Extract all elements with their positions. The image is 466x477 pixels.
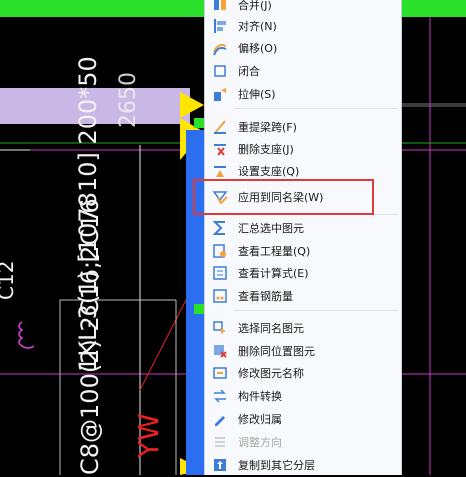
menu-item-label: 设置支座(Q)	[238, 165, 300, 178]
rebar-icon	[212, 288, 228, 304]
menu-item-adjust-direction[interactable]: 调整方向	[205, 431, 401, 453]
delete-position-icon	[212, 343, 228, 359]
menu-item-delete-same-position[interactable]: 删除同位置图元	[205, 340, 401, 362]
menu-item-label: 查看工程量(Q)	[238, 245, 311, 258]
menu-item-rename-element[interactable]: 修改图元名称	[205, 362, 401, 384]
convert-icon	[212, 388, 228, 404]
align-icon	[212, 18, 228, 34]
highlight-box	[193, 179, 374, 215]
menu-item-delete-support[interactable]: 删除支座(J)	[205, 138, 401, 160]
beam-rebar-text: C8@100(2) 2C16;2C16	[76, 198, 104, 475]
menu-item-label: 修改归属	[238, 413, 282, 426]
menu-item-label: 查看钢筋量	[238, 290, 293, 303]
formula-icon	[212, 265, 228, 281]
menu-item-view-formula[interactable]: 查看计算式(E)	[205, 262, 401, 284]
menu-item-modify-ownership[interactable]: 修改归属	[205, 408, 401, 430]
sigma-icon	[212, 220, 228, 236]
menu-item-close[interactable]: 闭合	[205, 60, 401, 82]
menu-separator	[235, 108, 397, 109]
menu-item-label: 查看计算式(E)	[238, 267, 309, 280]
menu-item-view-quantity[interactable]: 查看工程量(Q)	[205, 240, 401, 262]
direction-icon	[212, 434, 228, 450]
menu-item-label: 选择同名图元	[238, 322, 304, 335]
yw-label: YW	[132, 413, 165, 458]
stretch-icon	[212, 86, 228, 102]
menu-item-label: 调整方向	[238, 436, 282, 449]
rename-icon	[212, 365, 228, 381]
close-shape-icon	[212, 63, 228, 79]
menu-item-label: 闭合	[238, 65, 260, 78]
copy-layer-icon	[212, 457, 228, 473]
menu-item-label: 复制到其它分层	[238, 459, 315, 472]
menu-item-copy-to-layer[interactable]: 复制到其它分层	[205, 454, 401, 476]
menu-item-convert-component[interactable]: 构件转换	[205, 385, 401, 407]
menu-item-align[interactable]: 对齐(N)	[205, 15, 401, 37]
context-menu: 合并(J) 对齐(N) 偏移(O) 闭合 拉伸(S) 重提梁跨(F) 删除支座(…	[204, 0, 402, 475]
menu-item-offset[interactable]: 偏移(O)	[205, 37, 401, 59]
c12-label: C12	[0, 260, 18, 300]
menu-item-label: 拉伸(S)	[238, 88, 276, 101]
menu-item-label: 删除同位置图元	[238, 345, 315, 358]
dimension-number-text: 2650	[116, 72, 141, 128]
menu-item-stretch[interactable]: 拉伸(S)	[205, 83, 401, 105]
quantity-icon	[212, 243, 228, 259]
merge-icon	[212, 0, 228, 13]
menu-item-merge[interactable]: 合并(J)	[205, 0, 401, 16]
select-same-icon	[212, 320, 228, 336]
menu-item-view-rebar[interactable]: 查看钢筋量	[205, 285, 401, 307]
menu-item-label: 偏移(O)	[238, 42, 278, 55]
menu-item-label: 删除支座(J)	[238, 143, 294, 156]
menu-item-label: 合并(J)	[238, 0, 272, 12]
ownership-icon	[212, 411, 228, 427]
menu-separator	[235, 310, 397, 311]
menu-item-select-same-name[interactable]: 选择同名图元	[205, 317, 401, 339]
menu-item-label: 汇总选中图元	[238, 222, 304, 235]
offset-icon	[212, 40, 228, 56]
menu-item-label: 重提梁跨(F)	[238, 121, 297, 134]
menu-item-label: 修改图元名称	[238, 367, 304, 380]
delete-support-icon	[212, 141, 228, 157]
menu-item-re-extract-span[interactable]: 重提梁跨(F)	[205, 116, 401, 138]
set-support-icon	[212, 163, 228, 179]
beam-span-icon	[212, 119, 228, 135]
menu-item-label: 对齐(N)	[238, 20, 277, 33]
menu-item-label: 构件转换	[238, 390, 282, 403]
menu-item-summarize-selected[interactable]: 汇总选中图元	[205, 217, 401, 239]
